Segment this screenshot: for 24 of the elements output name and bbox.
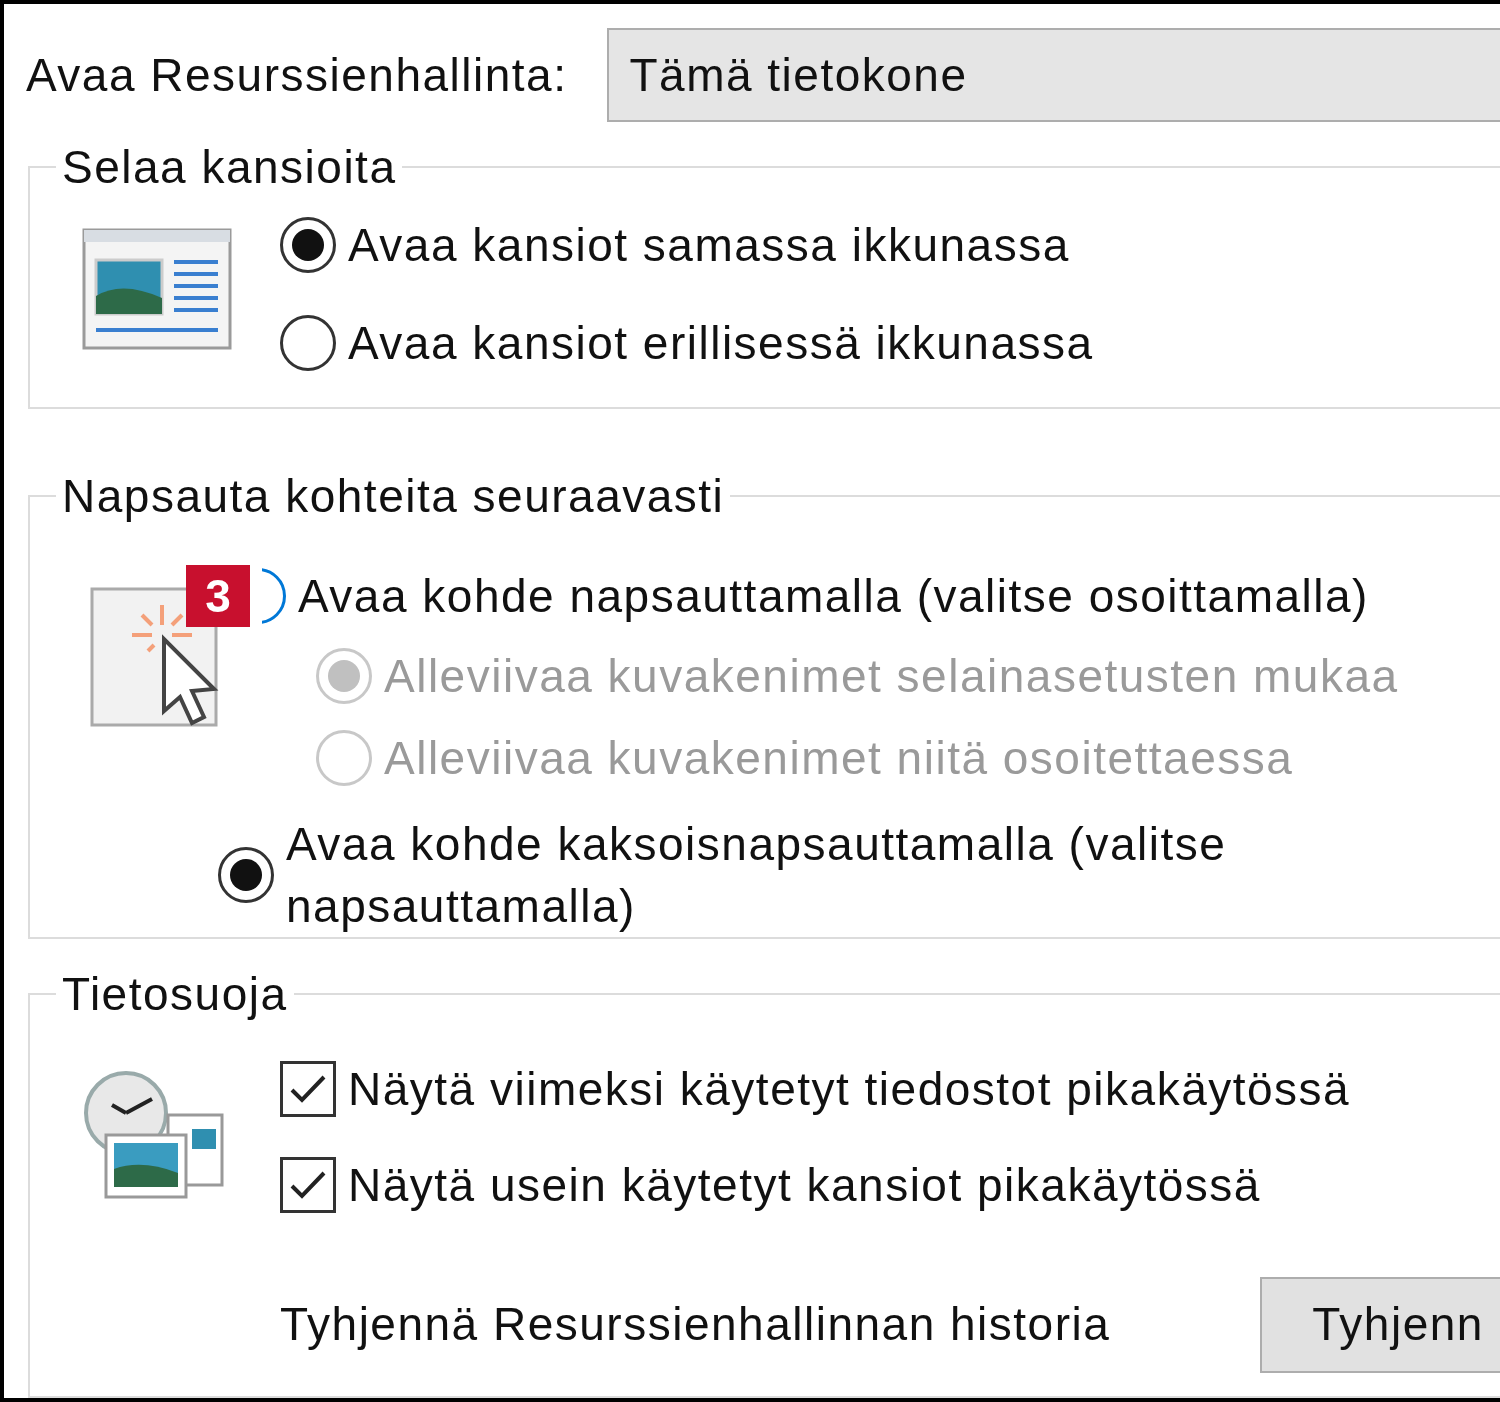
checkbox[interactable] (280, 1060, 336, 1117)
radio-label: Avaa kansiot erillisessä ikkunassa (348, 316, 1094, 371)
checkbox-label: Näytä usein käytetyt kansiot pikakäytössä (348, 1157, 1261, 1213)
group-title: Selaa kansioita (61, 142, 398, 192)
dropdown[interactable]: Tämä tietokone (607, 28, 1500, 122)
radio-label: Avaa kohde napsauttamalla (valitse osoittamalla) (298, 568, 1369, 624)
radio-button[interactable] (280, 315, 336, 371)
check-icon (289, 1073, 327, 1104)
clear-history-label: Tyhjennä Resurssienhallinnan historia (280, 1297, 1111, 1352)
group-title: Napsauta kohteita seuraavasti (61, 470, 726, 521)
radio-label: Alleviivaa kuvakenimet selainasetusten mukaa (384, 648, 1399, 704)
checkbox-label: Näytä viimeksi käytetyt tiedostot pikakäytössä (348, 1061, 1351, 1117)
group-title: Tietosuoja (61, 968, 289, 1019)
window-icon (82, 228, 232, 352)
radio-button[interactable] (218, 846, 274, 903)
step-badge: 3 (186, 564, 250, 627)
radio-label: Alleviivaa kuvakenimet niitä osoitettaessa (384, 730, 1294, 786)
clear-button[interactable]: Tyhjenn (1260, 1276, 1500, 1373)
radio-label: Avaa kohde kaksoisnapsauttamalla (valitse napsauttamalla) (286, 816, 1228, 934)
radio-label: Avaa kansiot samassa ikkunassa (348, 218, 1070, 273)
checkbox[interactable] (280, 1156, 336, 1213)
field-label: Avaa Resurssienhallinta: (26, 47, 568, 103)
radio-button[interactable] (280, 217, 336, 273)
check-icon (289, 1169, 327, 1200)
